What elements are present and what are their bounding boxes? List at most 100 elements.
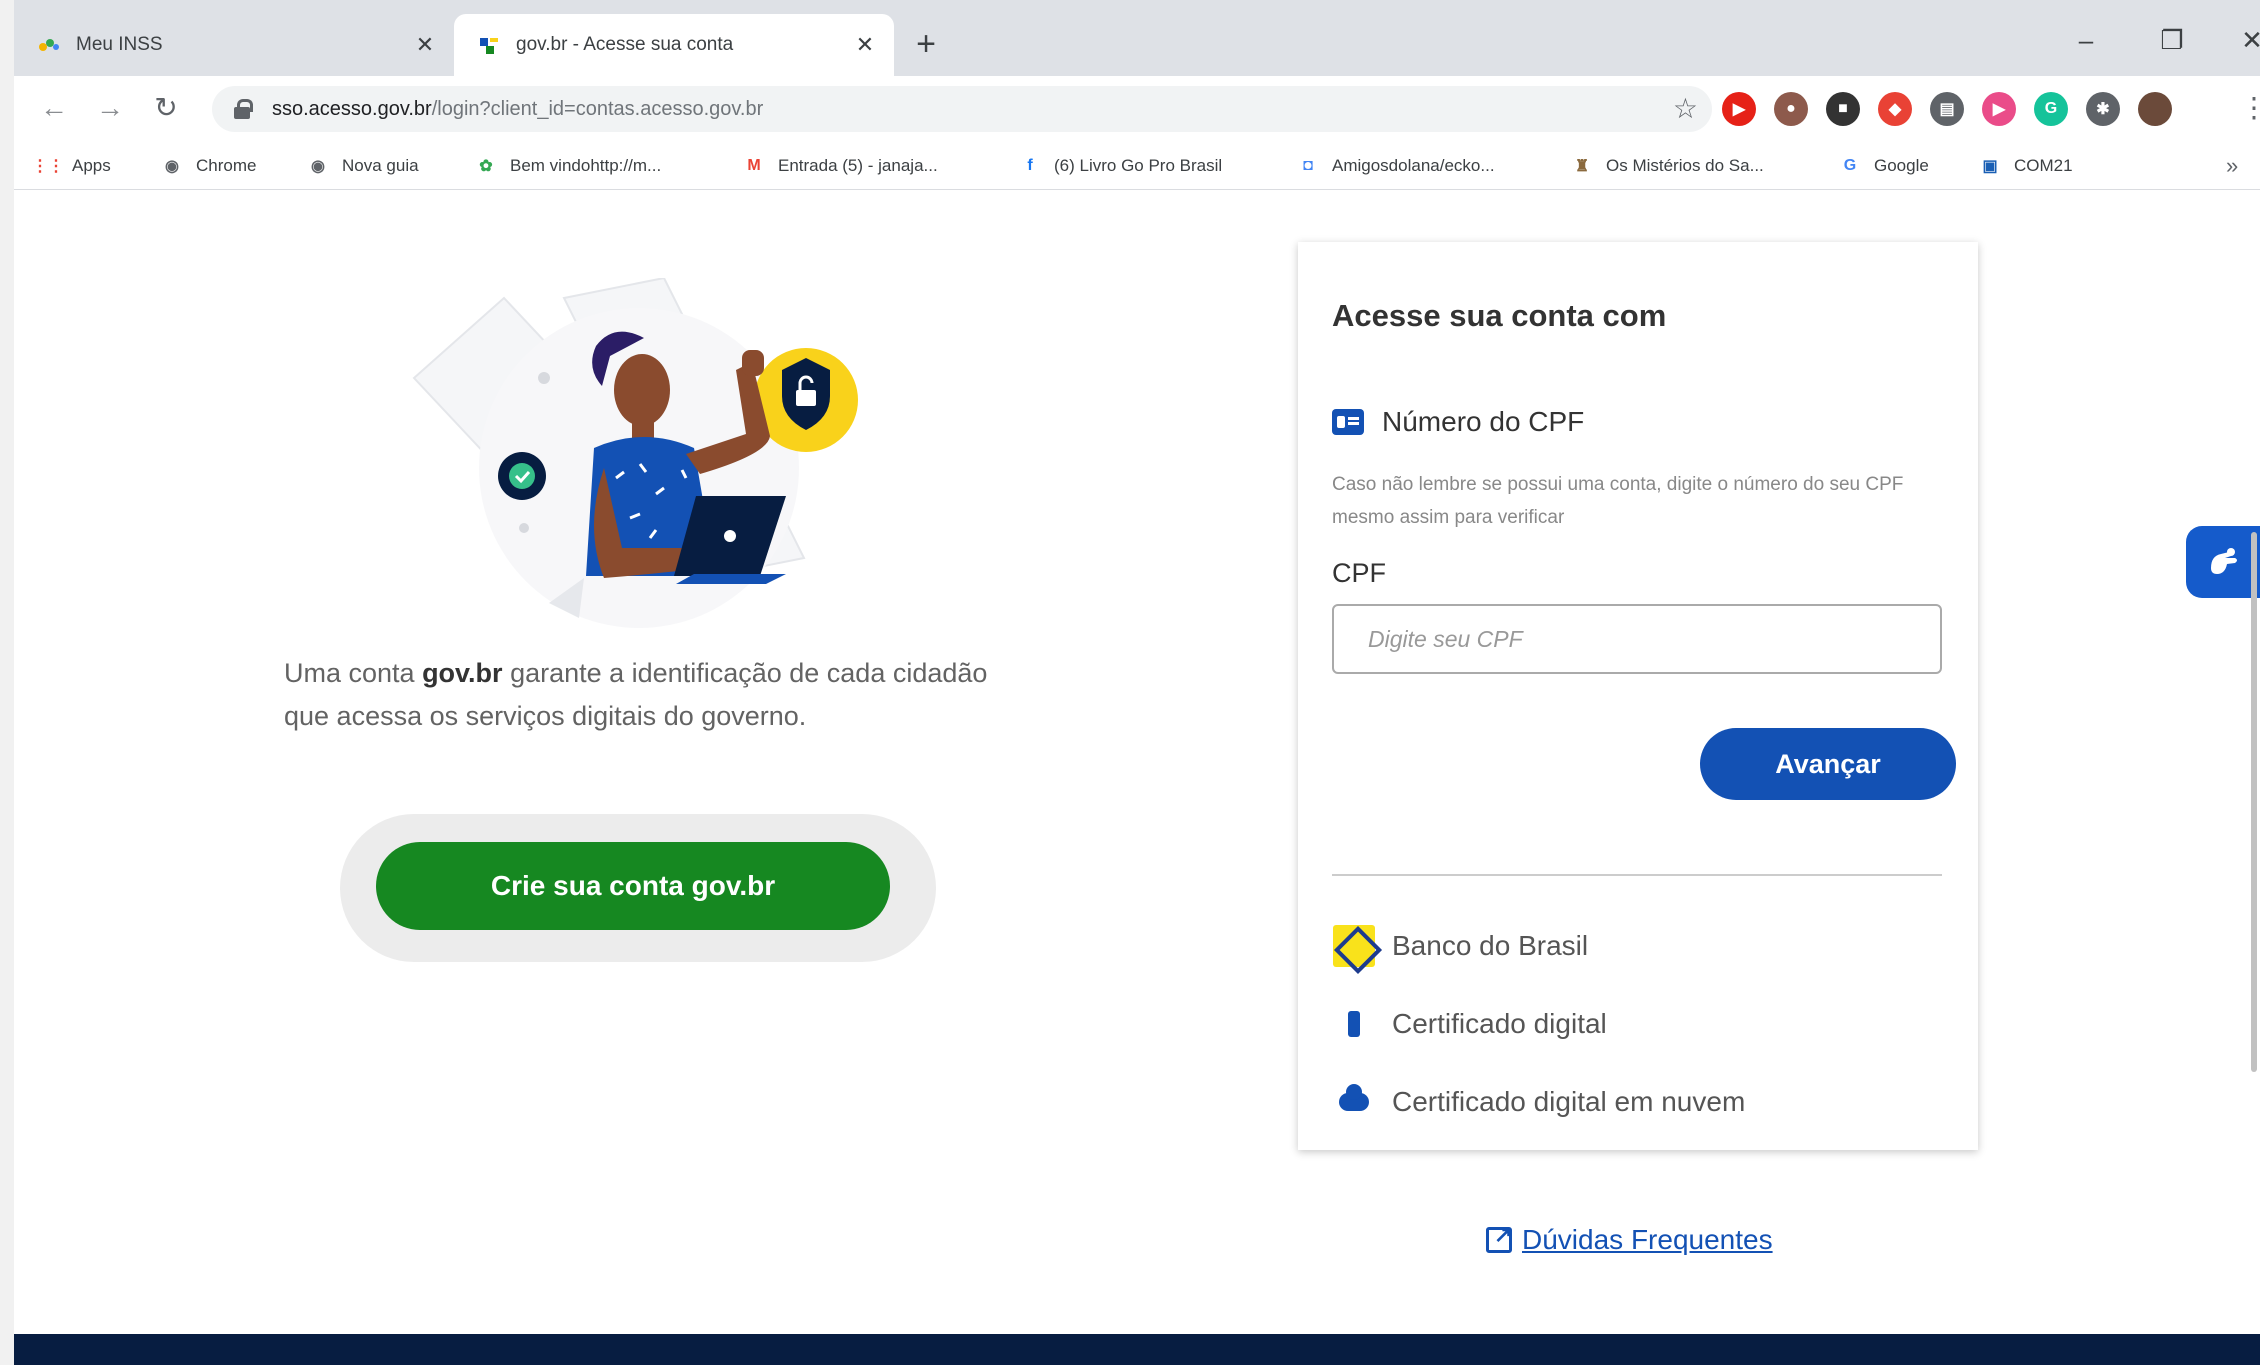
extensions-puzzle-icon[interactable]: ✱ <box>2086 92 2120 126</box>
restore-button[interactable]: ❐ <box>2144 18 2200 62</box>
bookmark-label: (6) Livro Go Pro Brasil <box>1054 156 1223 175</box>
bookmark-favicon-icon: G <box>1843 157 1857 174</box>
bookmark-favicon-icon: ✿ <box>479 158 493 175</box>
bookmark-item[interactable]: ◉ Nova guia <box>306 152 419 180</box>
bookmark-favicon-icon: ⋮⋮ <box>32 158 64 175</box>
bookmark-star-icon[interactable]: ☆ <box>1673 86 1698 132</box>
banco-do-brasil-icon-wrap <box>1332 924 1376 968</box>
grammarly-extension-icon[interactable]: G <box>2034 92 2068 126</box>
usb-token-icon-wrap <box>1332 1002 1376 1046</box>
inss-favicon-icon <box>38 34 60 56</box>
digital-certificate-label: Certificado digital <box>1392 1008 1607 1039</box>
bookmark-item[interactable]: ⋮⋮ Apps <box>32 152 111 180</box>
sign-language-hands-icon <box>2211 548 2237 574</box>
browser-toolbar: ← → ↻ sso.acesso.gov.br/login?client_id=… <box>14 76 2260 142</box>
divider <box>1332 874 1942 876</box>
tab-strip: Meu INSS ✕ gov.br - Acesse sua conta ✕ +… <box>14 0 2260 76</box>
bookmark-label: Entrada (5) - janaja... <box>778 156 938 175</box>
lead-text-start: Uma conta <box>284 658 423 688</box>
bookmark-favicon-icon: f <box>1027 157 1033 174</box>
faq-label: Dúvidas Frequentes <box>1522 1224 1773 1255</box>
digital-certificate-option[interactable]: Certificado digital <box>1332 1002 1607 1046</box>
tab-meu-inss[interactable]: Meu INSS ✕ <box>14 14 454 76</box>
login-card-title: Acesse sua conta com <box>1332 298 1667 333</box>
lock-icon <box>234 99 253 119</box>
create-account-button[interactable]: Crie sua conta gov.br <box>376 842 890 930</box>
cpf-input[interactable] <box>1332 604 1942 674</box>
tab-title: gov.br - Acesse sua conta <box>516 34 734 55</box>
external-link-icon <box>1486 1222 1512 1253</box>
next-button[interactable]: Avançar <box>1700 728 1956 800</box>
url-path: /login?client_id=contas.acesso.gov.br <box>431 97 764 120</box>
bookmark-favicon-icon: ▣ <box>1982 158 1998 175</box>
cpf-option[interactable]: Número do CPF <box>1332 406 1584 438</box>
id-card-icon <box>1332 409 1364 435</box>
extension-icon-square[interactable]: ■ <box>1826 92 1860 126</box>
cloud-icon-wrap <box>1332 1080 1376 1124</box>
usb-token-icon <box>1348 1011 1360 1037</box>
new-tab-button[interactable]: + <box>904 22 948 66</box>
bookmark-favicon-icon: M <box>747 157 761 174</box>
address-bar[interactable]: sso.acesso.gov.br/login?client_id=contas… <box>212 86 1712 132</box>
page-footer <box>14 1334 2260 1365</box>
banco-do-brasil-option[interactable]: Banco do Brasil <box>1332 924 1588 968</box>
bookmark-label: COM21 <box>2014 156 2073 175</box>
extension-icon-cast[interactable]: ▤ <box>1930 92 1964 126</box>
cpf-option-label: Número do CPF <box>1382 406 1585 437</box>
extension-icon-brown[interactable]: ● <box>1774 92 1808 126</box>
cloud-certificate-label: Certificado digital em nuvem <box>1392 1086 1746 1117</box>
extension-icon-multicolor[interactable]: ◆ <box>1878 92 1912 126</box>
person-with-laptop-illustration <box>412 278 858 628</box>
bookmark-item[interactable]: G Google <box>1838 152 1929 180</box>
bookmark-item[interactable]: ✿ Bem vindohttp://m... <box>474 152 661 180</box>
bookmark-label: Apps <box>72 156 111 175</box>
url-host: sso.acesso.gov.br <box>272 97 432 120</box>
url-text: sso.acesso.gov.br/login?client_id=contas… <box>272 98 763 121</box>
youtube-extension-icon[interactable]: ▶ <box>1722 92 1756 126</box>
bookmark-label: Bem vindohttp://m... <box>510 156 662 175</box>
tab-close-icon[interactable]: ✕ <box>850 32 880 58</box>
browser-menu-icon[interactable]: ⋮ <box>2240 88 2260 128</box>
bookmark-label: Chrome <box>196 156 257 175</box>
bookmark-item[interactable]: ◉ Chrome <box>160 152 256 180</box>
extension-icon-play[interactable]: ▶ <box>1982 92 2016 126</box>
tab-gov-br[interactable]: gov.br - Acesse sua conta ✕ <box>454 14 894 76</box>
cpf-hint: Caso não lembre se possui uma conta, dig… <box>1332 474 1904 528</box>
profile-avatar[interactable] <box>2138 92 2172 126</box>
faq-link[interactable]: Dúvidas Frequentes <box>1486 1222 1773 1256</box>
lead-brand: gov.br <box>422 658 503 688</box>
scrollbar-thumb[interactable] <box>2251 532 2257 1072</box>
tab-close-icon[interactable]: ✕ <box>410 32 440 58</box>
bookmarks-more-button[interactable]: » <box>2226 152 2238 180</box>
forward-button[interactable]: → <box>90 88 130 128</box>
bookmark-item[interactable]: M Entrada (5) - janaja... <box>742 152 938 180</box>
close-window-button[interactable]: ✕ <box>2224 18 2260 62</box>
bookmark-item[interactable]: ▣ COM21 <box>1978 152 2073 180</box>
bookmarks-bar: » ⋮⋮ Apps ◉ Chrome ◉ Nova guia ✿ Bem vindohttp:… <box>14 142 2260 190</box>
minimize-button[interactable]: – <box>2058 18 2114 62</box>
bookmark-item[interactable]: ◘ Amigosdolana/ecko... <box>1296 152 1495 180</box>
bookmark-label: Os Mistérios do Sa... <box>1606 156 1764 175</box>
bookmark-label: Google <box>1874 156 1929 175</box>
create-account-container: Crie sua conta gov.br <box>340 814 936 962</box>
banco-do-brasil-icon <box>1333 925 1375 967</box>
reload-button[interactable]: ↻ <box>146 88 186 128</box>
login-card: Acesse sua conta com Número do CPF Caso … <box>1298 242 1978 1150</box>
banco-do-brasil-label: Banco do Brasil <box>1392 930 1589 961</box>
cloud-icon <box>1339 1084 1369 1111</box>
bookmark-label: Amigosdolana/ecko... <box>1332 156 1495 175</box>
bookmark-item[interactable]: ♜ Os Mistérios do Sa... <box>1570 152 1764 180</box>
tab-title: Meu INSS <box>76 34 163 55</box>
page-content: Uma conta gov.br garante a identificação… <box>14 190 2260 1365</box>
bookmark-favicon-icon: ◉ <box>165 158 179 175</box>
page-scrollbar[interactable] <box>2248 340 2260 1072</box>
bookmark-label: Nova guia <box>342 156 419 175</box>
govbr-favicon-icon <box>478 34 500 56</box>
back-button[interactable]: ← <box>34 88 74 128</box>
bookmark-favicon-icon: ◉ <box>311 158 325 175</box>
govbr-description: Uma conta gov.br garante a identificação… <box>284 652 1004 738</box>
bookmark-item[interactable]: f (6) Livro Go Pro Brasil <box>1018 152 1222 180</box>
bookmark-favicon-icon: ◘ <box>1303 157 1313 174</box>
browser-window: Meu INSS ✕ gov.br - Acesse sua conta ✕ +… <box>14 0 2260 1365</box>
cloud-certificate-option[interactable]: Certificado digital em nuvem <box>1332 1080 1745 1124</box>
